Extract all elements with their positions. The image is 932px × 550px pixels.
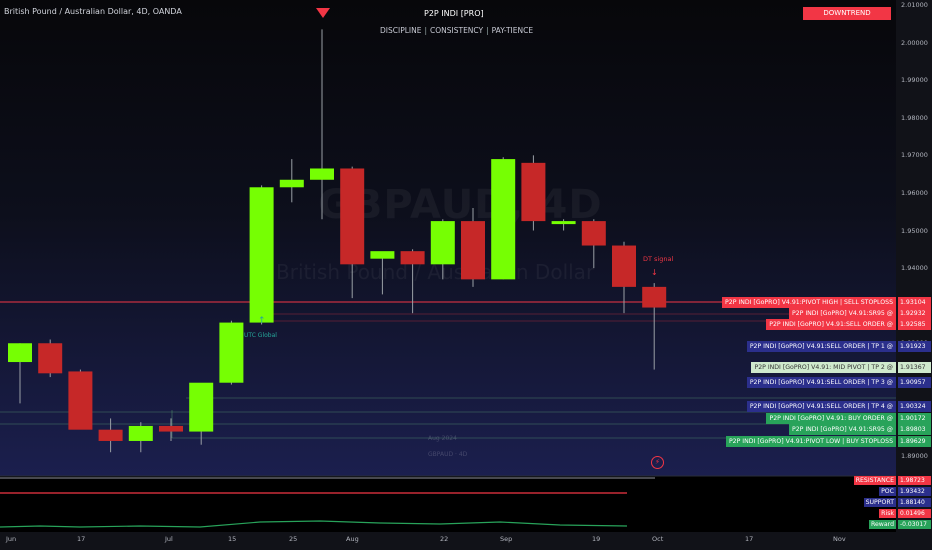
candle-body <box>189 382 214 432</box>
indicator-title: P2P INDI [PRO] <box>424 9 484 18</box>
candle-body <box>400 251 425 265</box>
price-tick-label: 1.99000 <box>901 76 928 85</box>
candle-body <box>340 168 365 265</box>
reward-line <box>0 520 628 528</box>
level-price-tag: 1.92585 <box>898 319 931 330</box>
trend-status-badge: DOWNTREND <box>803 7 891 20</box>
price-tick-label: 1.89000 <box>901 452 928 460</box>
candle-body <box>38 343 63 374</box>
price-tick-label: 1.94000 <box>901 264 928 273</box>
price-tick-label: 1.98000 <box>901 113 928 122</box>
level-label: P2P INDI [GoPRO] V4.91:PIVOT LOW | BUY S… <box>725 436 896 447</box>
up-signal-arrow-icon: ↑ <box>258 316 266 326</box>
candle-body <box>430 221 455 265</box>
level-label: P2P INDI [GoPRO] V4.91: BUY ORDER @ <box>766 413 896 424</box>
level-label: P2P INDI [GoPRO] V4.91:SELL ORDER @ <box>766 319 896 330</box>
candle-body <box>310 168 334 180</box>
price-tick-label: 2.01000 <box>901 1 928 9</box>
candle-body <box>581 221 606 246</box>
candle-body <box>521 162 546 222</box>
tagline-discipline: DISCIPLINE <box>380 26 422 35</box>
indicator-label: POC <box>879 487 896 496</box>
indicator-tagline: DISCIPLINE | CONSISTENCY | PAY-TIENCE <box>380 26 533 35</box>
indicator-label: SUPPORT <box>863 498 896 507</box>
price-tick-label: 1.95000 <box>901 226 928 235</box>
candle-body <box>642 286 667 308</box>
level-price-tag: 1.89803 <box>898 424 931 435</box>
indicator-value: 1.98723 <box>898 476 931 485</box>
candle-body <box>128 425 153 441</box>
indicator-label: Risk <box>879 509 896 518</box>
indicator-label: Reward <box>868 520 896 529</box>
downtrend-arrow-icon <box>316 8 330 18</box>
candle-body <box>370 251 395 259</box>
time-tick-label: Nov <box>833 535 846 543</box>
time-tick-label: 17 <box>745 535 754 543</box>
tagline-consistency: CONSISTENCY <box>430 26 484 35</box>
alert-clock-icon[interactable]: ⚡ <box>651 456 664 469</box>
candle-body <box>68 371 93 430</box>
up-signal-label: UTC Global <box>244 332 277 339</box>
symbol-info[interactable]: British Pound / Australian Dollar, 4D, O… <box>4 7 182 16</box>
level-label: P2P INDI [GoPRO] V4.91: MID PIVOT | TP 2… <box>751 362 896 373</box>
level-price-tag: 1.92932 <box>898 308 931 319</box>
price-tick-label: 1.96000 <box>901 188 928 197</box>
dt-signal-arrow-icon: ↓ <box>651 268 658 277</box>
time-tick-label: Jul <box>165 535 173 543</box>
price-chart-svg <box>0 29 896 528</box>
level-price-tag: 1.90957 <box>898 377 931 388</box>
candle-body <box>98 429 123 441</box>
time-tick-label: 17 <box>77 535 86 543</box>
level-price-tag: 1.90324 <box>898 401 931 412</box>
tagline-separator: | <box>424 26 427 35</box>
tagline-separator: | <box>486 26 489 35</box>
level-price-tag: 1.91367 <box>898 362 931 373</box>
candle-body <box>551 221 576 225</box>
price-tick-label: 1.97000 <box>901 151 928 160</box>
time-tick-label: Aug <box>346 535 359 543</box>
tagline-paytience: PAY-TIENCE <box>491 26 534 35</box>
level-label: P2P INDI [GoPRO] V4.91:SR95 @ <box>788 424 896 435</box>
time-tick-label: Sep <box>500 535 513 543</box>
level-price-tag: 1.93104 <box>898 297 931 308</box>
candle-body <box>491 159 516 280</box>
time-tick-label: 19 <box>592 535 601 543</box>
time-tick-label: 15 <box>228 535 237 543</box>
indicator-value: 0.01496 <box>898 509 931 518</box>
level-label: P2P INDI [GoPRO] V4.91:SELL ORDER | TP 4… <box>746 401 896 412</box>
level-price-tag: 1.89629 <box>898 436 931 447</box>
level-label: P2P INDI [GoPRO] V4.91:SELL ORDER | TP 1… <box>746 341 896 352</box>
candle-body <box>279 179 304 188</box>
time-tick-label: 25 <box>289 535 298 543</box>
level-price-tag: 1.91923 <box>898 341 931 352</box>
indicator-value: -0.03017 <box>898 520 931 529</box>
price-tick-label: 2.00000 <box>901 38 928 47</box>
candle-body <box>219 322 244 383</box>
level-price-tag: 1.90172 <box>898 413 931 424</box>
level-label: P2P INDI [GoPRO] V4.91:SELL ORDER | TP 3… <box>746 377 896 388</box>
candle-body <box>159 425 183 432</box>
level-label: P2P INDI [GoPRO] V4.91:SR95 @ <box>788 308 896 319</box>
time-tick-label: Oct <box>652 535 664 543</box>
time-tick-label: 22 <box>440 535 449 543</box>
candle-body <box>249 187 274 323</box>
indicator-value: 1.93432 <box>898 487 931 496</box>
level-label: P2P INDI [GoPRO] V4.91:PIVOT HIGH | SELL… <box>722 297 896 308</box>
indicator-value: 1.88140 <box>898 498 931 507</box>
dt-signal-label: DT signal <box>643 255 674 263</box>
candle-body <box>8 343 32 363</box>
indicator-label: RESISTANCE <box>853 476 896 485</box>
candle-body <box>612 245 636 287</box>
candle-body <box>461 221 485 280</box>
time-tick-label: Jun <box>6 535 17 543</box>
